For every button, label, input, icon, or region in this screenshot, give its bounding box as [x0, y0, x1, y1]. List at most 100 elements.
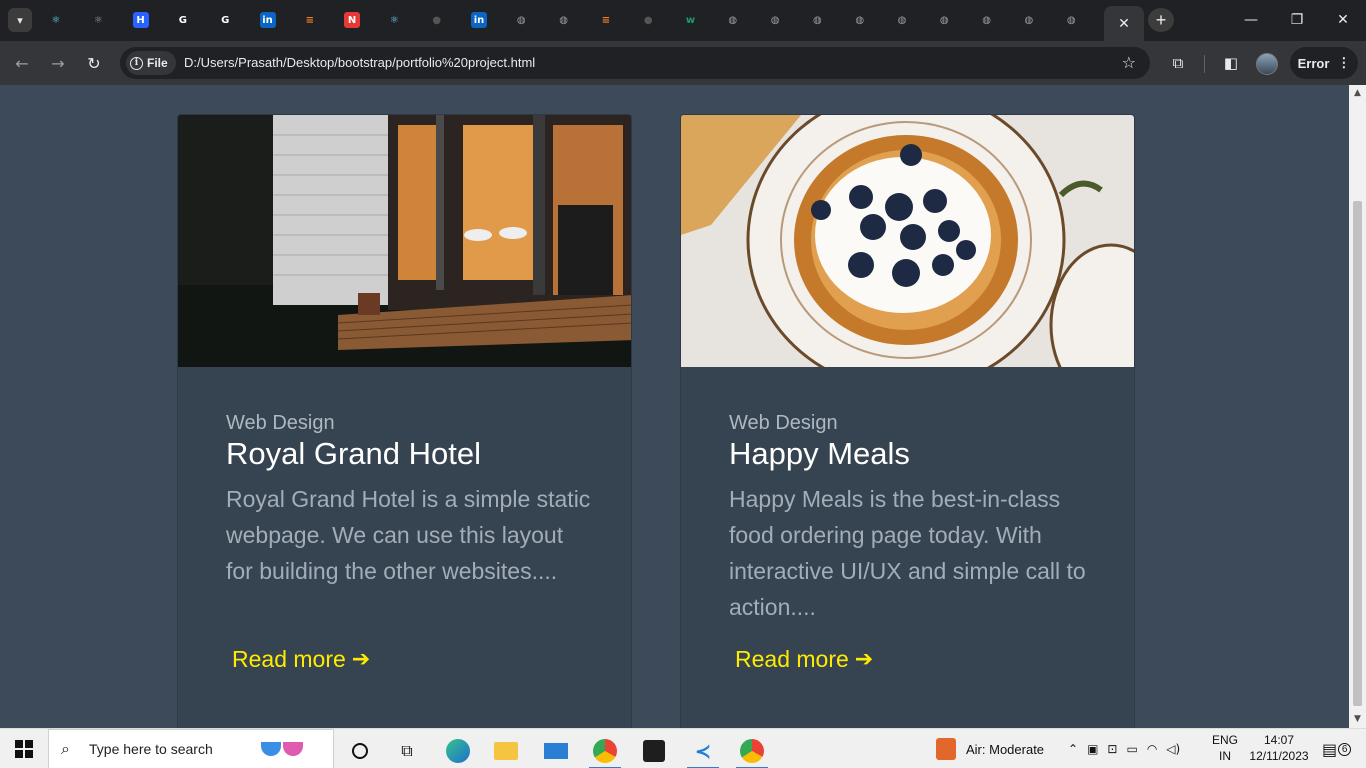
- arrow-right-icon: →: [51, 53, 65, 73]
- taskbar-search[interactable]: ⌕ Type here to search: [48, 729, 334, 768]
- browser-tab[interactable]: ◍: [797, 8, 837, 32]
- address-bar[interactable]: i File D:/Users/Prasath/Desktop/bootstra…: [120, 47, 1150, 79]
- browser-tab[interactable]: H: [121, 8, 161, 32]
- browser-tab[interactable]: ◍: [544, 8, 584, 32]
- arrow-left-icon: ←: [15, 53, 29, 73]
- scroll-up-arrow-icon[interactable]: ▲: [1353, 89, 1362, 98]
- browser-tab[interactable]: ◍: [755, 8, 795, 32]
- edge-icon: [446, 739, 470, 763]
- task-view-button[interactable]: ⧉: [385, 733, 429, 768]
- browser-tab[interactable]: ≡: [586, 8, 626, 32]
- browser-tab[interactable]: ⚛: [78, 8, 118, 32]
- scrollbar-thumb[interactable]: [1353, 201, 1362, 706]
- card-description: Happy Meals is the best-in-class food or…: [729, 486, 1086, 620]
- minimize-button[interactable]: —: [1228, 8, 1274, 32]
- tab-active[interactable]: ✕: [1104, 6, 1144, 41]
- browser-tab[interactable]: ◍: [967, 8, 1007, 32]
- site-info-chip[interactable]: i File: [126, 51, 176, 75]
- restore-button[interactable]: ❐: [1274, 8, 1320, 32]
- browser-tab[interactable]: ≡: [290, 8, 330, 32]
- volume-icon[interactable]: ◁): [1166, 742, 1180, 756]
- browser-tab[interactable]: in: [459, 8, 499, 32]
- read-more-link[interactable]: Read more ➔: [232, 646, 370, 673]
- browser-tab[interactable]: in: [248, 8, 288, 32]
- browser-tab[interactable]: ●: [628, 8, 668, 32]
- stackoverflow-icon: ≡: [305, 14, 314, 26]
- browser-tab[interactable]: ◍: [1009, 8, 1049, 32]
- notification-icon: ▤: [1322, 739, 1338, 759]
- close-icon[interactable]: ✕: [1118, 15, 1130, 32]
- side-panel-button[interactable]: ◧: [1219, 51, 1243, 75]
- browser-tab[interactable]: ◍: [840, 8, 880, 32]
- chrome-app[interactable]: [583, 733, 627, 768]
- notification-center-button[interactable]: ▤ 6: [1322, 729, 1352, 768]
- figma-icon: [643, 740, 665, 762]
- meet-now-icon[interactable]: ▣: [1087, 742, 1098, 756]
- globe-icon: ◍: [982, 14, 991, 26]
- back-button[interactable]: ←: [10, 51, 34, 75]
- plus-icon: +: [1155, 9, 1167, 30]
- page-scrollbar[interactable]: ▲ ▼: [1349, 85, 1366, 728]
- read-more-label: Read more: [232, 646, 346, 672]
- reload-button[interactable]: ↻: [82, 51, 106, 75]
- close-window-button[interactable]: ✕: [1320, 8, 1366, 32]
- browser-tab[interactable]: ◍: [924, 8, 964, 32]
- wifi-icon[interactable]: ◠: [1147, 742, 1157, 756]
- browser-tab[interactable]: ◍: [713, 8, 753, 32]
- chevron-down-icon: ▾: [17, 14, 23, 27]
- bookmark-star-icon[interactable]: ☆: [1122, 53, 1136, 72]
- browser-tab[interactable]: G: [163, 8, 203, 32]
- blueberry-pancake-plate-image: [681, 115, 1134, 367]
- react-icon: ⚛: [93, 14, 103, 26]
- scroll-down-arrow-icon[interactable]: ▼: [1353, 715, 1362, 724]
- browser-tab[interactable]: ◍: [1051, 8, 1091, 32]
- profile-avatar[interactable]: [1256, 53, 1278, 75]
- card-category: Web Design: [729, 412, 838, 434]
- browser-tab[interactable]: ●: [417, 8, 457, 32]
- google-icon: G: [221, 14, 230, 26]
- globe-icon: ◍: [770, 14, 780, 26]
- chrome-icon: [740, 739, 764, 763]
- system-tray: ⌃ ▣ ⊡ ▭ ◠ ◁): [1068, 729, 1180, 768]
- globe-icon: ◍: [939, 14, 949, 26]
- edge-app[interactable]: [436, 733, 480, 768]
- url-text[interactable]: D:/Users/Prasath/Desktop/bootstrap/portf…: [184, 55, 535, 70]
- file-explorer-app[interactable]: [484, 733, 528, 768]
- weather-widget[interactable]: Air: Moderate: [936, 729, 1044, 768]
- camera-icon[interactable]: ⊡: [1107, 742, 1117, 756]
- cortana-circle-icon: [352, 743, 368, 759]
- browser-tab[interactable]: ⚛: [374, 8, 414, 32]
- mail-app[interactable]: [534, 733, 578, 768]
- language-indicator[interactable]: ENG IN: [1210, 732, 1240, 764]
- google-icon: G: [178, 14, 187, 26]
- new-tab-button[interactable]: +: [1148, 8, 1174, 32]
- chrome-app-2[interactable]: [730, 733, 774, 768]
- vscode-icon: ≺: [694, 739, 712, 763]
- figma-app[interactable]: [632, 733, 676, 768]
- start-button[interactable]: [0, 729, 48, 768]
- language-bottom: IN: [1219, 749, 1231, 763]
- search-icon: ⌕: [61, 739, 70, 758]
- chevron-up-icon[interactable]: ⌃: [1068, 742, 1078, 756]
- card-title: Royal Grand Hotel: [226, 436, 482, 471]
- browser-tab[interactable]: ◍: [882, 8, 922, 32]
- browser-tab[interactable]: ⚛: [36, 8, 76, 32]
- read-more-link[interactable]: Read more ➔: [735, 646, 873, 673]
- extensions-button[interactable]: ⧉: [1166, 51, 1190, 75]
- browser-tab[interactable]: N: [332, 8, 372, 32]
- kebab-menu-icon: ⋮: [1337, 55, 1351, 70]
- task-view-cortana-button[interactable]: [338, 733, 382, 768]
- clock-time: 14:07: [1263, 733, 1295, 747]
- project-card-royal-grand-hotel: Web Design Royal Grand Hotel Royal Grand…: [177, 114, 632, 728]
- browser-tab[interactable]: G: [205, 8, 245, 32]
- error-button[interactable]: Error ⋮: [1290, 47, 1358, 79]
- reload-icon: ↻: [87, 53, 101, 73]
- browser-tab[interactable]: ◍: [501, 8, 541, 32]
- battery-icon[interactable]: ▭: [1126, 742, 1137, 756]
- forward-button[interactable]: →: [46, 51, 70, 75]
- vscode-app[interactable]: ≺: [681, 733, 725, 768]
- browser-tab[interactable]: w: [671, 8, 711, 32]
- tab-search-button[interactable]: ▾: [8, 8, 32, 32]
- clock[interactable]: 14:07 12/11/2023: [1246, 732, 1312, 764]
- linkedin-icon: in: [471, 12, 487, 28]
